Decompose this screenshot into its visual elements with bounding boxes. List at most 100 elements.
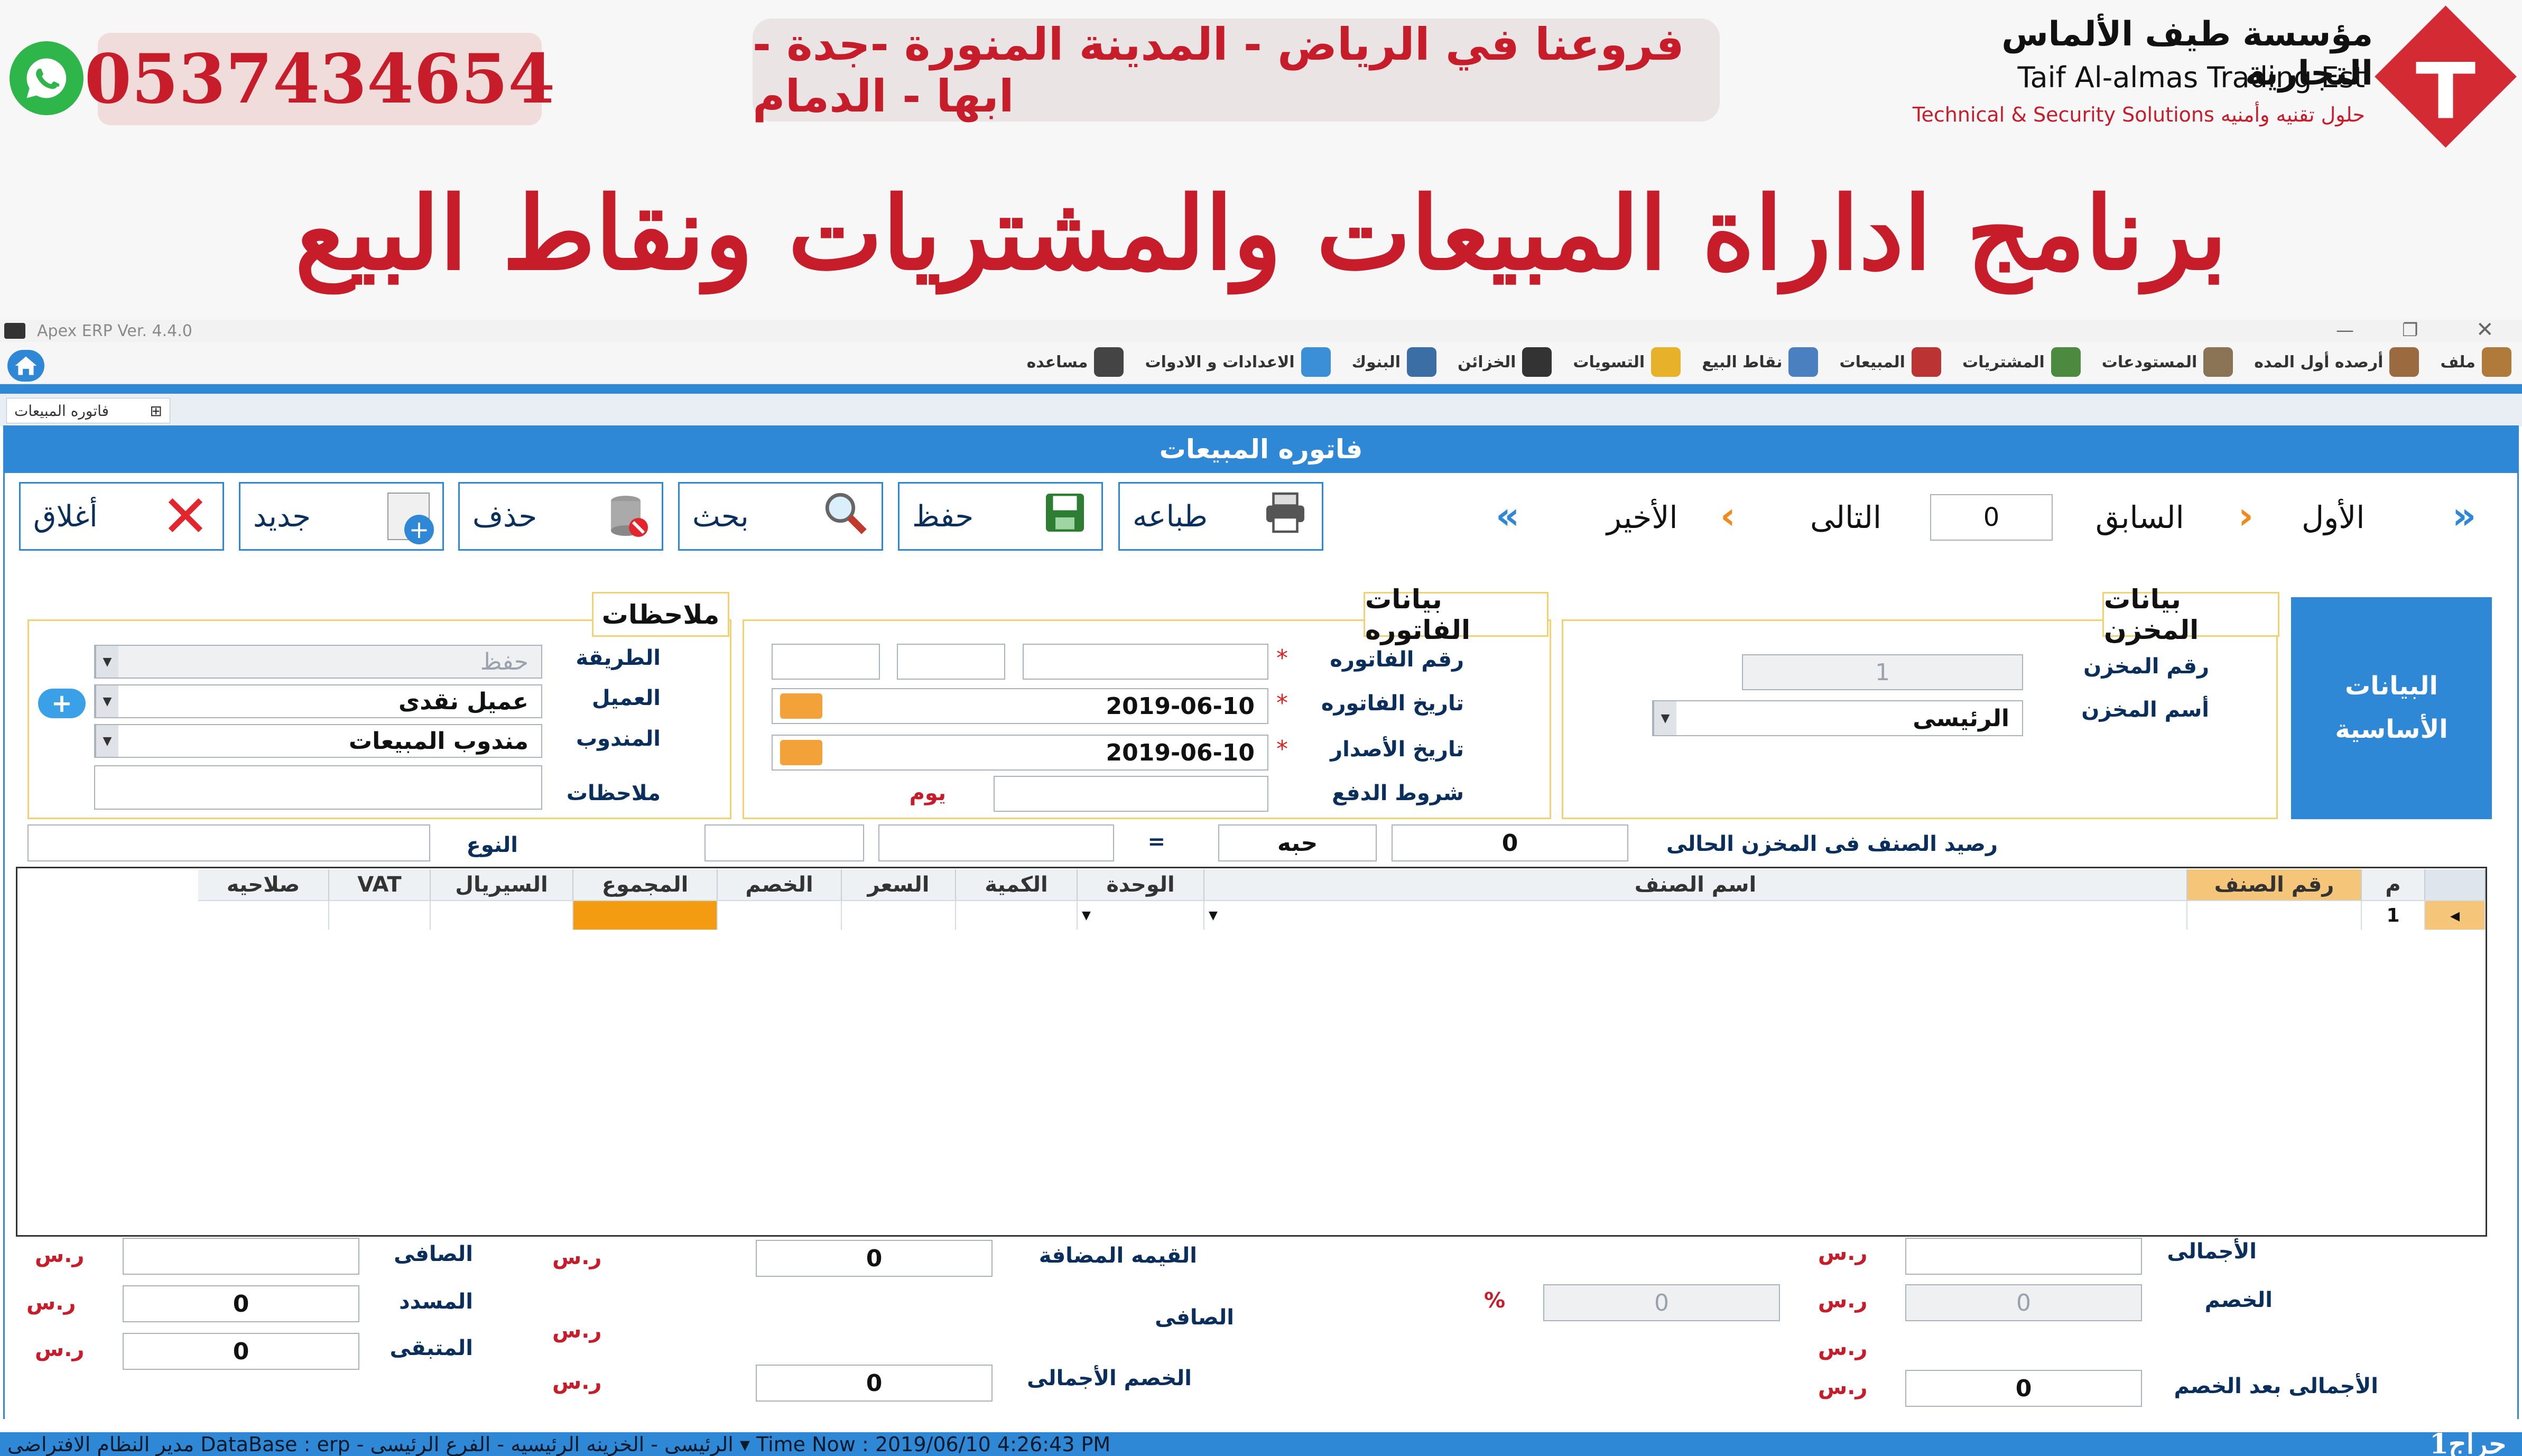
- grid-cell-price[interactable]: [842, 900, 956, 930]
- chevron-down-icon[interactable]: ▼: [1082, 909, 1091, 922]
- record-number-field[interactable]: 0: [1930, 494, 2053, 541]
- menu-item-4[interactable]: المبيعات: [1839, 347, 1941, 377]
- company-logo: [2370, 3, 2521, 151]
- new-label: جديد: [253, 499, 311, 534]
- maximize-button[interactable]: ❐: [2402, 320, 2418, 341]
- menu-item-2[interactable]: المستودعات: [2102, 347, 2233, 377]
- store-name-select[interactable]: الرئيسى ▼: [1652, 700, 2023, 736]
- menu-item-label: الاعدادات و الادوات: [1145, 353, 1295, 372]
- grid-cell-unit[interactable]: ▼: [1078, 900, 1204, 930]
- invoice-prefix-field[interactable]: [897, 644, 1005, 680]
- first-record-icon[interactable]: »: [2452, 494, 2476, 537]
- chevron-down-icon[interactable]: ▼: [95, 725, 118, 757]
- minimize-button[interactable]: —: [2336, 320, 2354, 341]
- grid-cell-vat[interactable]: [329, 900, 431, 930]
- rep-label: المندوب: [576, 727, 661, 751]
- last-record-label[interactable]: الأخير: [1607, 499, 1678, 535]
- items-grid: م رقم الصنف اسم الصنف الوحدة الكمية السع…: [16, 867, 2487, 1237]
- chevron-down-icon[interactable]: ▼: [1209, 909, 1218, 922]
- paid-field[interactable]: 0: [123, 1285, 359, 1322]
- menu-item-9[interactable]: الاعدادات و الادوات: [1145, 347, 1331, 377]
- invoice-date-field[interactable]: 2019-06-10: [772, 688, 1268, 724]
- menu-item-8[interactable]: البنوك: [1352, 347, 1436, 377]
- last-record-icon[interactable]: «: [1496, 494, 1519, 537]
- payment-terms-field[interactable]: [994, 776, 1268, 812]
- total-label: الأجمالى: [2167, 1239, 2257, 1264]
- prev-record-label[interactable]: السابق: [2096, 499, 2184, 535]
- customer-label: العميل: [591, 686, 661, 710]
- chevron-down-icon[interactable]: ▼: [95, 646, 118, 678]
- invoice-date-label: تاريخ الفاتوره: [1321, 691, 1464, 716]
- chevron-down-icon[interactable]: ▼: [95, 685, 118, 717]
- currency-label: ر.س: [1818, 1336, 1868, 1360]
- tab-sales-invoice[interactable]: فاتوره المبيعات ⊞: [6, 398, 170, 423]
- grid-cell-total[interactable]: [573, 900, 718, 930]
- menu-item-5[interactable]: نقاط البيع: [1702, 347, 1819, 377]
- grid-cell-qty[interactable]: [956, 900, 1078, 930]
- print-button[interactable]: طباعه: [1118, 482, 1323, 551]
- invoice-number-field[interactable]: [1023, 644, 1268, 680]
- equals-sign: =: [1147, 830, 1165, 854]
- pin-icon[interactable]: ⊞: [150, 402, 162, 420]
- method-select[interactable]: حفظ ▼: [94, 645, 542, 679]
- menu-item-0[interactable]: ملف: [2440, 347, 2511, 377]
- grid-cell-item-name[interactable]: ▼: [1204, 900, 2187, 930]
- grid-cell-serial[interactable]: [431, 900, 573, 930]
- paid-label: المسدد: [399, 1290, 473, 1314]
- database-delete-icon: [607, 493, 649, 540]
- menu-item-icon: [1911, 347, 1941, 377]
- grid-cell-expiry[interactable]: [198, 900, 329, 930]
- calendar-icon[interactable]: [780, 693, 822, 719]
- customer-select[interactable]: عميل نقدى ▼: [94, 684, 542, 718]
- chevron-down-icon[interactable]: ▼: [1653, 701, 1676, 735]
- menu-item-icon: [2389, 347, 2419, 377]
- delete-button[interactable]: حذف: [458, 482, 663, 551]
- menu-item-6[interactable]: التسويات: [1573, 347, 1681, 377]
- invoice-extra-field[interactable]: [772, 644, 880, 680]
- promo-banner: 0537434654 فروعنا في الرياض - المدينة ال…: [0, 0, 2522, 320]
- customer-value: عميل نقدى: [398, 688, 528, 715]
- vat-field: 0: [756, 1240, 993, 1277]
- prev-record-icon[interactable]: ›: [2238, 494, 2254, 537]
- menu-item-icon: [2051, 347, 2081, 377]
- save-button[interactable]: حفظ: [898, 482, 1103, 551]
- add-customer-button[interactable]: +: [38, 689, 86, 718]
- menu-item-10[interactable]: مساعده: [1027, 347, 1124, 377]
- tab-basic-data[interactable]: البيانات الأساسية: [2291, 597, 2492, 819]
- rep-value: مندوب المبيعات: [348, 727, 528, 755]
- next-record-icon[interactable]: ‹: [1720, 494, 1736, 537]
- grid-cell-item-code[interactable]: [2187, 900, 2362, 930]
- row-selector-icon[interactable]: ◂: [2425, 900, 2486, 930]
- page-tag: 1حراج: [2429, 1428, 2506, 1456]
- menu-item-7[interactable]: الخزائن: [1458, 347, 1552, 377]
- discount-field[interactable]: 0: [1905, 1284, 2142, 1321]
- grid-header-item-code: رقم الصنف: [2187, 869, 2362, 900]
- currency-label: ر.س: [35, 1337, 85, 1361]
- discount-percent-field[interactable]: 0: [1543, 1284, 1780, 1321]
- delete-label: حذف: [472, 499, 537, 534]
- menu-item-icon: [1094, 347, 1124, 377]
- grid-cell-discount[interactable]: [718, 900, 842, 930]
- payment-terms-label: شروط الدفع: [1332, 781, 1464, 805]
- calendar-icon[interactable]: [780, 740, 822, 765]
- menu-item-1[interactable]: أرصده أول المده: [2254, 347, 2419, 377]
- search-button[interactable]: بحث: [678, 482, 883, 551]
- first-record-label[interactable]: الأول: [2302, 499, 2365, 535]
- grid-corner: [2425, 869, 2486, 900]
- notes-textarea[interactable]: [94, 765, 542, 810]
- day-label: يوم: [909, 781, 946, 805]
- next-record-label[interactable]: التالى: [1810, 499, 1881, 535]
- company-tagline: Technical & Security Solutions حلول تقني…: [1912, 103, 2365, 126]
- net-mid-label: الصافى: [1155, 1305, 1234, 1330]
- close-form-button[interactable]: أغلاق ✕: [19, 482, 224, 551]
- issue-date-field[interactable]: 2019-06-10: [772, 735, 1268, 771]
- type-field[interactable]: [27, 824, 430, 861]
- menu-item-3[interactable]: المشتريات: [1962, 347, 2081, 377]
- close-window-button[interactable]: ✕: [2476, 318, 2494, 342]
- home-button[interactable]: [7, 350, 44, 382]
- main-menu: ملف أرصده أول المده المستودعات المشتريات الم…: [0, 342, 2522, 384]
- rep-select[interactable]: مندوب المبيعات ▼: [94, 724, 542, 758]
- percent-sign: %: [1484, 1288, 1506, 1313]
- new-button[interactable]: جديد +: [239, 482, 444, 551]
- currency-label: ر.س: [552, 1370, 602, 1394]
